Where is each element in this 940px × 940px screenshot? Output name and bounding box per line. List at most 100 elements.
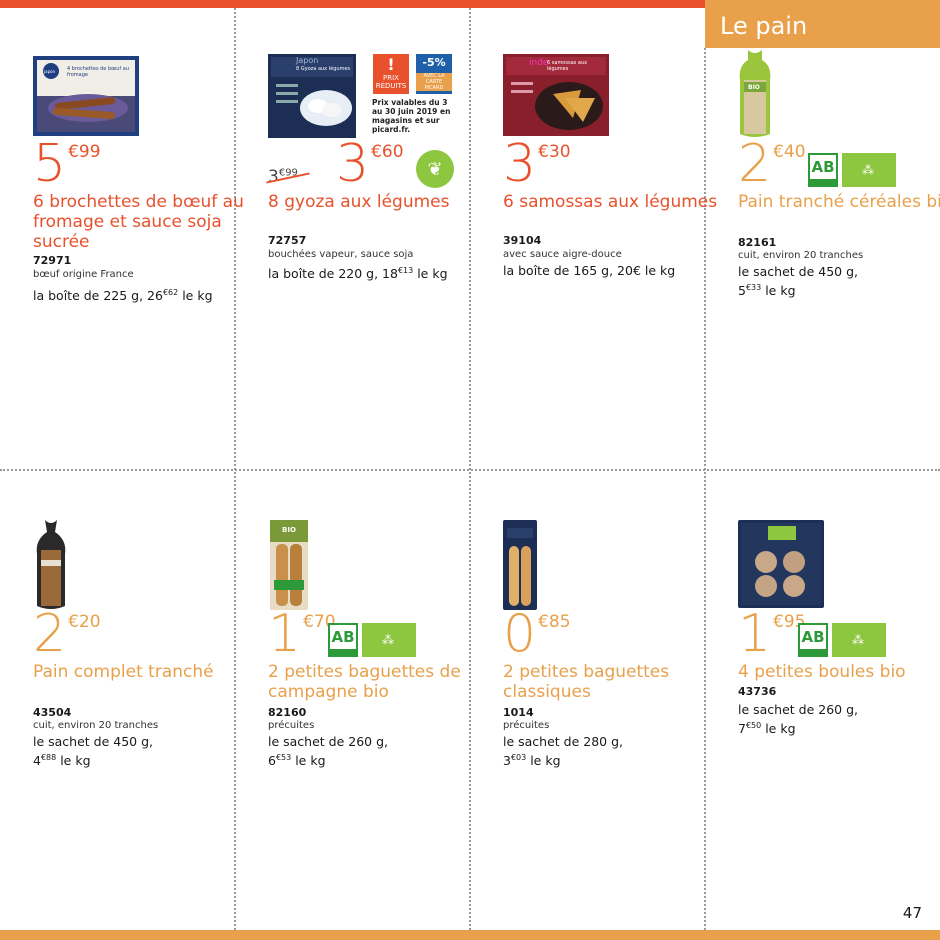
top-bar-red — [0, 0, 705, 8]
pack-text: le sachet de 280 g, — [503, 734, 624, 749]
top-bar-orange — [705, 0, 940, 8]
product-name: Pain complet tranché — [33, 662, 214, 682]
page-number: 47 — [902, 904, 922, 922]
price: 1 €95 — [738, 608, 806, 670]
product-image — [33, 520, 69, 614]
price-cents: €20 — [68, 612, 101, 632]
product-card: 1 €95 AB ⁂ 4 petites boules bio 43736 le… — [738, 510, 940, 940]
product-reference: 39104 — [503, 234, 542, 247]
product-pack-info: le sachet de 450 g, 5€33 le kg — [738, 264, 940, 299]
pack-text: le sachet de 450 g, — [738, 264, 859, 279]
product-name: 4 petites boules bio — [738, 662, 906, 682]
product-name: 6 samossas aux légumes — [503, 192, 718, 212]
pack-bio-label: BIO — [282, 526, 296, 534]
product-description: précuites — [268, 720, 315, 731]
pack-sup: €33 — [745, 283, 762, 292]
ab-logo-icon: AB — [328, 623, 358, 657]
box-brand: japon — [44, 69, 56, 74]
product-name: 8 gyoza aux légumes — [268, 192, 450, 212]
product-reference: 43504 — [33, 706, 72, 719]
product-card: inde 6 samossas aux légumes 3 €30 6 samo… — [503, 40, 733, 480]
discount-badge: -5% AVEC LA CARTE PICARD — [416, 54, 452, 94]
price-cents: €60 — [371, 142, 404, 162]
product-card: 2 €20 Pain complet tranché 43504 cuit, e… — [33, 510, 263, 940]
product-image — [503, 520, 537, 614]
product-image: Japon 8 Gyoza aux légumes — [268, 54, 356, 142]
product-reference: 82161 — [738, 236, 777, 249]
price-cents: €30 — [538, 142, 571, 162]
product-reference: 82160 — [268, 706, 307, 719]
pack-text: la boîte de 225 g, 26 — [33, 288, 163, 304]
price: 1 €70 — [268, 608, 336, 670]
pack-sup: €13 — [397, 266, 414, 275]
pack-unit-int: 3 — [503, 753, 511, 769]
eu-organic-leaf-icon: ⁂ — [362, 623, 416, 657]
pack-tail: le kg — [526, 753, 561, 769]
product-description: cuit, environ 20 tranches — [33, 720, 159, 731]
old-price: 3€99 — [266, 167, 310, 187]
price: 5 €99 — [33, 134, 101, 200]
organic-label-icon: AB ⁂ — [328, 623, 416, 657]
pack-tail: le kg — [413, 266, 448, 282]
organic-label-icon: AB ⁂ — [798, 623, 886, 657]
price: 3 €30 — [503, 138, 571, 200]
product-pack-info: le sachet de 260 g, 6€53 le kg — [268, 734, 478, 769]
organic-label-icon: AB ⁂ — [808, 153, 896, 187]
price-cents: €99 — [68, 142, 101, 162]
pack-sup: €62 — [162, 288, 179, 297]
product-description: bœuf origine France — [33, 269, 134, 280]
product-image: BIO — [268, 520, 310, 614]
price-integer: 5 — [33, 134, 67, 194]
pack-tail: le kg — [178, 288, 213, 304]
product-name: 2 petites baguettes classiques — [503, 662, 670, 702]
eu-organic-leaf-icon: ⁂ — [842, 153, 896, 187]
product-reference: 1014 — [503, 706, 534, 719]
product-name: 6 brochettes de bœuf au fromage et sauce… — [33, 192, 244, 252]
product-reference: 72971 — [33, 254, 72, 267]
eu-organic-leaf-icon: ⁂ — [832, 623, 886, 657]
product-description: précuites — [503, 720, 550, 731]
product-card: BIO 1 €70 AB ⁂ 2 petites baguettes de ca… — [268, 510, 498, 940]
pack-text: la boîte de 165 g, 20€ le kg — [503, 263, 676, 278]
product-card: 4 brochettes de bœuf au fromage japon 5 … — [33, 40, 263, 480]
section-title: Le pain — [720, 12, 808, 40]
promo-note: Prix valables du 3 au 30 juin 2019 en ma… — [372, 98, 451, 134]
reduced-price-text: PRIX RÉDUITS — [375, 74, 407, 90]
pack-sup: €03 — [510, 753, 527, 762]
product-reference: 43736 — [738, 685, 777, 698]
ab-logo-icon: AB — [808, 153, 838, 187]
pack-text: le sachet de 260 g, — [268, 734, 389, 749]
product-name: Pain tranché céréales bio — [738, 192, 940, 212]
product-pack-info: la boîte de 220 g, 18€13 le kg — [268, 263, 478, 282]
pack-sup: €53 — [275, 753, 292, 762]
old-price-integer: 3 — [268, 167, 279, 187]
pack-bio-label: BIO — [748, 84, 760, 91]
pack-text: la boîte de 220 g, 18 — [268, 266, 398, 282]
product-card: Japon 8 Gyoza aux légumes ! PRIX RÉDUITS… — [266, 40, 498, 480]
pack-tail: le kg — [56, 753, 91, 769]
product-image — [738, 520, 824, 612]
pack-tail: le kg — [291, 753, 326, 769]
product-image: BIO — [738, 50, 772, 142]
product-pack-info: la boîte de 165 g, 20€ le kg — [503, 263, 713, 279]
product-image: 4 brochettes de bœuf au fromage japon — [33, 56, 139, 140]
product-pack-info: le sachet de 260 g, 7€50 le kg — [738, 702, 940, 737]
reduced-price-badge: ! PRIX RÉDUITS — [373, 54, 409, 94]
box-label: 4 brochettes de bœuf au fromage — [67, 66, 130, 78]
pack-unit-int: 6 — [268, 753, 276, 769]
product-description: avec sauce aigre-douce — [503, 249, 622, 260]
product-pack-info: la boîte de 225 g, 26€62 le kg — [33, 285, 243, 304]
pack-text: le sachet de 260 g, — [738, 702, 859, 717]
price: 0 €85 — [503, 608, 571, 670]
product-name: 2 petites baguettes de campagne bio — [268, 662, 461, 702]
pack-unit-int: 5 — [738, 283, 746, 299]
box-label: 6 samossas aux légumes — [547, 60, 588, 72]
box-label: 8 Gyoza aux légumes — [296, 66, 351, 72]
product-pack-info: le sachet de 450 g, 4€88 le kg — [33, 734, 243, 769]
pack-sup: €88 — [40, 753, 57, 762]
pack-sup: €50 — [745, 721, 762, 730]
price-cents: €85 — [538, 612, 571, 632]
pack-tail: le kg — [761, 721, 796, 737]
ab-logo-icon: AB — [798, 623, 828, 657]
pack-unit-int: 7 — [738, 721, 746, 737]
